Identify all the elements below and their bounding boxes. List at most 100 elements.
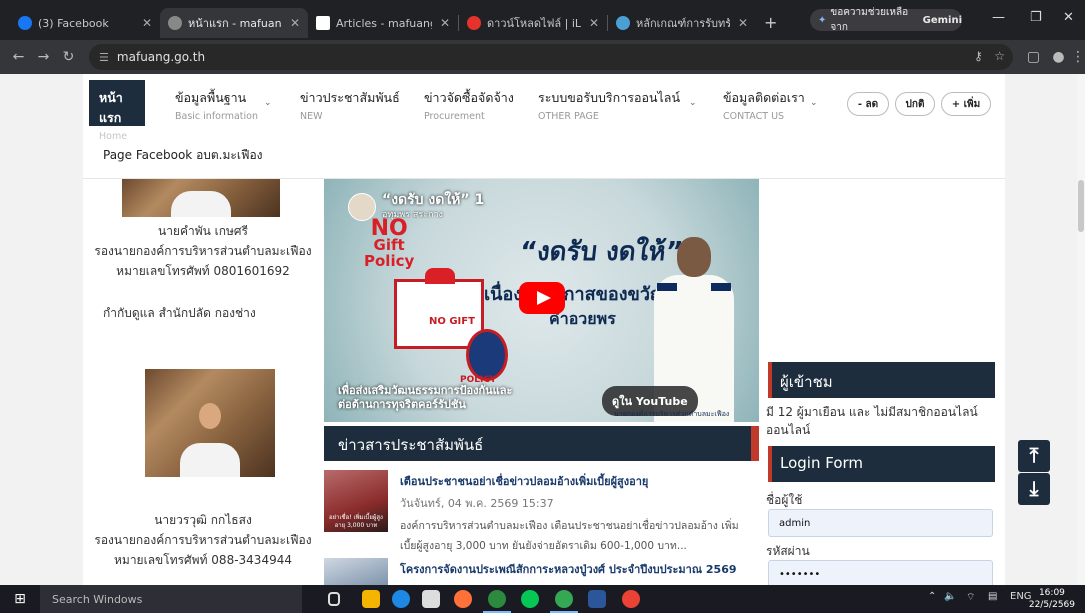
scroll-to-top-button[interactable]: ⤒ <box>1018 440 1050 472</box>
photo-figure <box>171 191 231 217</box>
restore-icon[interactable]: ❐ <box>1030 10 1042 25</box>
caption-line: เพื่อส่งเสริมวัฒนธรรมการป้องกันและ <box>338 384 513 397</box>
menu-title: ข้อมูลติดต่อเรา <box>723 90 805 105</box>
figure-head <box>677 237 711 277</box>
joomla-icon <box>316 16 330 30</box>
line-icon[interactable] <box>521 590 539 608</box>
close-icon[interactable]: ✕ <box>581 16 599 30</box>
visitors-header: ผู้เข้าชม <box>768 362 995 398</box>
notification-icon[interactable]: ▤ <box>988 591 997 602</box>
username-field[interactable]: admin <box>768 509 993 537</box>
edge-icon[interactable] <box>392 590 410 608</box>
menu-subtitle: OTHER PAGE <box>538 111 599 122</box>
address-bar-row: ← → ↻ ☰ mafuang.go.th ⚷ ☆ ▢ ● ⋮ <box>0 40 1085 74</box>
file-explorer-icon[interactable] <box>362 590 380 608</box>
bookmark-star-icon[interactable]: ☆ <box>994 49 1005 63</box>
menu-item-basic-info[interactable]: ข้อมูลพื้นฐาน Basic information <box>175 88 258 122</box>
chevron-down-icon: ⌄ <box>264 98 272 108</box>
scrollbar-thumb[interactable] <box>1078 180 1084 232</box>
menu-title: ระบบขอรับบริการออนไลน์ <box>538 90 680 105</box>
wifi-icon[interactable]: ⌔ <box>966 591 975 604</box>
close-window-icon[interactable]: ✕ <box>1063 10 1074 25</box>
close-icon[interactable]: ✕ <box>730 16 748 30</box>
news-thumbnail[interactable]: อย่าเชื่อ! เพิ่มเบี้ยผู้สูงอายุ 3,000 บา… <box>324 470 388 532</box>
url-text: mafuang.go.th <box>116 50 206 64</box>
site-icon <box>616 16 630 30</box>
profile-avatar-icon[interactable]: ● <box>1046 49 1071 65</box>
policy-emblem <box>466 329 508 381</box>
word-icon[interactable] <box>588 590 606 608</box>
tab-facebook[interactable]: (3) Facebook ✕ <box>10 8 160 38</box>
store-icon[interactable] <box>422 590 440 608</box>
facebook-icon <box>18 16 32 30</box>
sidebar: ผู้เข้าชม มี 12 ผู้มาเยือน และ ไม่มีสมาช… <box>766 179 1005 585</box>
more-menu-icon[interactable]: ⋮ <box>1071 49 1085 65</box>
forward-icon[interactable]: → <box>31 49 56 65</box>
menu-subtitle: CONTACT US <box>723 111 785 122</box>
news-title-link[interactable]: เตือนประชาชนอย่าเชื่อข่าวปลอมอ้างเพิ่มเบ… <box>400 472 648 490</box>
menu-item-online-service[interactable]: ระบบขอรับบริการออนไลน์ OTHER PAGE <box>538 88 680 122</box>
system-clock[interactable]: 16:09 22/5/2569 <box>1029 587 1075 611</box>
close-icon[interactable]: ✕ <box>432 16 450 30</box>
gemini-icon: ✦ <box>818 14 827 26</box>
menu-item-contact[interactable]: ข้อมูลติดต่อเรา CONTACT US <box>723 88 805 122</box>
windows-start-icon[interactable]: ⊞ <box>0 585 40 613</box>
font-increase-button[interactable]: + เพิ่ม <box>941 92 991 116</box>
font-normal-button[interactable]: ปกติ <box>895 92 935 116</box>
tab-label: หน้าแรก - mafuang <box>188 17 282 30</box>
chrome-alt-icon[interactable] <box>622 590 640 608</box>
chrome-icon[interactable] <box>483 590 511 613</box>
tab-ilovepdf[interactable]: ดาวน์โหลดไฟล์ | iLoveP ✕ <box>459 8 607 38</box>
password-field[interactable]: ••••••• <box>768 560 993 585</box>
facebook-page-link[interactable]: Page Facebook อบต.มะเฟือง <box>103 146 263 165</box>
figure-epaulette <box>711 283 731 291</box>
chrome-profile-icon[interactable] <box>550 590 578 613</box>
reload-icon[interactable]: ↻ <box>56 49 81 65</box>
caption-line: ต่อต้านการทุจริตคอร์รัปชัน <box>338 398 466 411</box>
menu-item-procurement[interactable]: ข่าวจัดซื้อจัดจ้าง Procurement <box>424 88 514 122</box>
reading-list-icon[interactable]: ▢ <box>1021 49 1046 65</box>
news-title-link[interactable]: โครงการจัดงานประเพณีสักการะหลวงปู่วงศ์ ป… <box>400 560 737 578</box>
logo-line: Policy <box>364 252 415 270</box>
video-bottom-bar: เพื่อส่งเสริมวัฒนธรรมการป้องกันและ ต่อต้… <box>324 380 759 422</box>
gemini-button[interactable]: ✦ ขอความช่วยเหลือจาก Gemini <box>810 7 962 33</box>
menu-subtitle: Procurement <box>424 111 485 122</box>
figure-epaulette <box>657 283 677 291</box>
font-decrease-button[interactable]: - ลด <box>847 92 889 116</box>
task-view-icon[interactable] <box>328 592 340 606</box>
tab-label: หลักเกณฑ์การรับทรัพย์ <box>636 17 730 30</box>
gift-bow <box>425 268 455 284</box>
tab-articles[interactable]: Articles - mafuang - ✕ <box>308 8 458 38</box>
close-icon[interactable]: ✕ <box>282 16 300 30</box>
watch-label: ดูใน YouTube <box>612 395 688 408</box>
no-gift-policy-logo: NO Gift Policy <box>364 218 415 270</box>
password-key-icon[interactable]: ⚷ <box>974 49 983 63</box>
video-caption: เพื่อส่งเสริมวัฒนธรรมการป้องกันและ ต่อต้… <box>338 384 512 412</box>
menu-item-news[interactable]: ข่าวประชาสัมพันธ์ NEW <box>300 88 400 122</box>
windows-search-box[interactable]: Search Windows <box>40 585 302 613</box>
news-list: อย่าเชื่อ! เพิ่มเบี้ยผู้สูงอายุ 3,000 บา… <box>324 466 759 585</box>
menu-item-home[interactable]: หน้าแรก Home <box>89 80 145 142</box>
tab-mafuang-home[interactable]: หน้าแรก - mafuang ✕ <box>160 8 308 38</box>
news-section-header: ข่าวสารประชาสัมพันธ์ <box>324 426 759 461</box>
minimize-icon[interactable]: — <box>992 10 1005 25</box>
volume-icon[interactable]: 🔈 <box>944 591 956 602</box>
youtube-video-embed[interactable]: “งดรับ งดให้” 1 อุทุมพร สระกาง NO Gift P… <box>324 179 759 422</box>
page-scrollbar[interactable] <box>1077 74 1085 585</box>
play-button[interactable] <box>519 282 565 314</box>
back-icon[interactable]: ← <box>6 49 31 65</box>
site-settings-icon[interactable]: ☰ <box>99 51 109 64</box>
url-field[interactable]: ☰ mafuang.go.th ⚷ ☆ <box>89 44 1013 70</box>
tray-chevron-icon[interactable]: ⌃ <box>928 591 936 602</box>
chevron-down-icon: ⌄ <box>689 98 697 108</box>
tab-criteria[interactable]: หลักเกณฑ์การรับทรัพย์ ✕ <box>608 8 756 38</box>
close-icon[interactable]: ✕ <box>134 16 152 30</box>
news-date: วันจันทร์, 04 พ.ค. 2569 15:37 <box>400 497 554 510</box>
scroll-to-bottom-button[interactable]: ⤓ <box>1018 473 1050 505</box>
photo-face <box>199 403 221 429</box>
executive-name: นายคำพัน เกษศรี <box>157 224 248 238</box>
new-tab-button[interactable]: + <box>764 13 777 32</box>
firefox-icon[interactable] <box>454 590 472 608</box>
executive-duty: กำกับดูแล สำนักปลัด กองช่าง <box>103 306 256 320</box>
news-thumbnail[interactable] <box>324 558 388 585</box>
